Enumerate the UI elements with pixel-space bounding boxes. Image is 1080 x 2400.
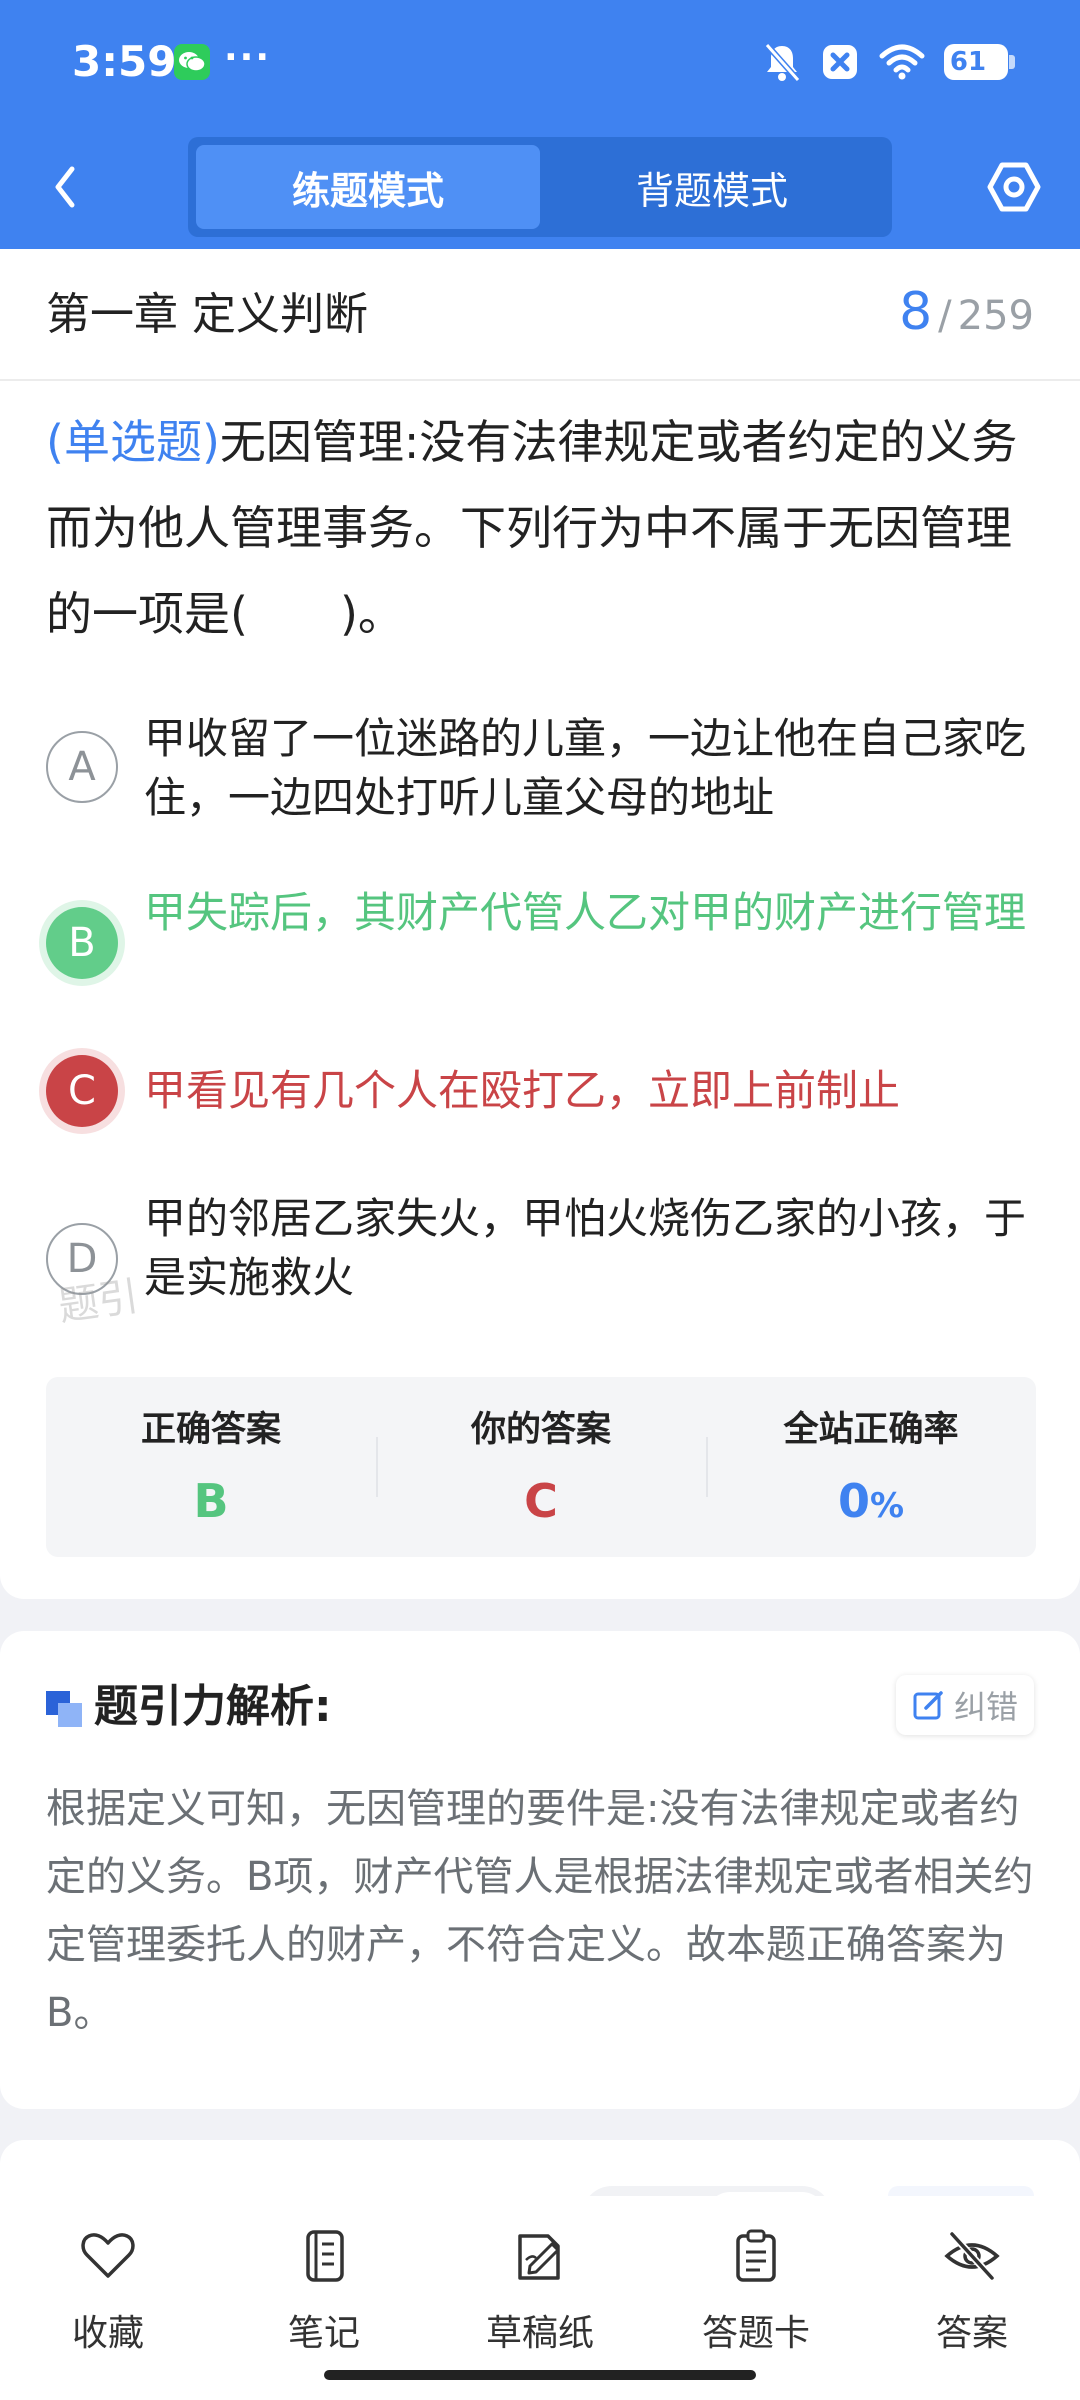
home-indicator[interactable]	[324, 2370, 756, 2380]
stat-your-answer: 你的答案 C	[376, 1377, 706, 1557]
progress-separator: /	[938, 293, 952, 339]
draft-pen-icon	[518, 2234, 560, 2280]
settings-icon[interactable]	[984, 157, 1044, 217]
back-arrow-icon[interactable]	[38, 155, 94, 219]
toolbar-answer-label: 答案	[935, 2313, 1008, 2354]
heart-icon	[81, 2233, 135, 2278]
chapter-bar: 第一章 定义判断 8/259	[0, 249, 1080, 381]
battery-level: 61	[949, 47, 987, 77]
toolbar-favorite[interactable]: 收藏	[0, 2196, 216, 2400]
toolbar-favorite-label: 收藏	[71, 2313, 144, 2354]
app-header: 3:59 ··· 61 练题模式 背题模式	[0, 0, 1080, 249]
option-b-text: 甲失踪后，其财产代管人乙对甲的财产进行管理	[144, 888, 1027, 937]
current-question-number: 8	[899, 282, 933, 342]
question-type: (单选题)	[46, 415, 220, 469]
option-d-text: 甲的邻居乙家失火，甲怕火烧伤乙家的小孩，于是实施救火	[144, 1194, 1027, 1302]
question-progress[interactable]: 8/259	[899, 279, 1034, 357]
edit-icon	[913, 1691, 943, 1720]
tab-practice-mode[interactable]: 练题模式	[196, 145, 540, 229]
wifi-icon	[879, 44, 925, 80]
toolbar-notes-label: 笔记	[287, 2313, 360, 2354]
accuracy-rate-unit: %	[869, 1486, 905, 1526]
bell-off-icon	[764, 43, 801, 82]
answer-stats: 正确答案 B 你的答案 C 全站正确率 0%	[46, 1377, 1036, 1557]
toolbar-draft-label: 草稿纸	[485, 2313, 594, 2354]
report-error-button[interactable]: 纠错	[896, 1675, 1034, 1735]
option-c-letter: C	[46, 1055, 118, 1127]
eye-off-icon	[944, 2231, 1000, 2281]
analysis-text: 根据定义可知，无因管理的要件是:没有法律规定或者约定的义务。B项，财产代管人是根…	[46, 1786, 1034, 2036]
your-answer-value: C	[524, 1474, 558, 1528]
accuracy-rate-number: 0	[837, 1474, 870, 1528]
notebook-icon	[306, 2230, 344, 2282]
correct-answer-value: B	[193, 1474, 229, 1528]
accuracy-rate-label: 全站正确率	[783, 1410, 959, 1450]
your-answer-label: 你的答案	[470, 1410, 611, 1450]
battery-icon: 61	[944, 44, 1015, 80]
status-bar: 3:59 ··· 61	[0, 0, 1080, 125]
analysis-squares-icon	[46, 1691, 82, 1727]
practice-page: 3:59 ··· 61 练题模式 背题模式 第一章 定义判断 8 / 259 (…	[0, 0, 1080, 2400]
question-stem: (单选题)无因管理:没有法律规定或者约定的义务而为他人管理事务。下列行为中不属于…	[46, 399, 1036, 657]
watermark: 题引	[55, 1273, 142, 1331]
stat-accuracy-rate: 全站正确率 0%	[706, 1377, 1036, 1557]
option-a-text: 甲收留了一位迷路的儿童，一边让他在自己家吃住，一边四处打听儿童父母的地址	[144, 714, 1027, 822]
status-icons: 61	[762, 38, 1015, 86]
question-card: 第一章 定义判断 8/259 (单选题)无因管理:没有法律规定或者约定的义务而为…	[0, 249, 1080, 1599]
toolbar-answer-sheet-label: 答题卡	[701, 2313, 810, 2354]
option-c-text: 甲看见有几个人在殴打乙，立即上前制止	[144, 1066, 901, 1115]
wechat-icon	[174, 44, 210, 80]
nav-bar: 练题模式 背题模式	[0, 125, 1080, 249]
chapter-title: 第一章 定义判断	[46, 289, 368, 340]
accuracy-rate-value: 0%	[706, 1471, 1036, 1536]
status-time: 3:59	[72, 37, 177, 86]
analysis-title: 题引力解析:	[94, 1681, 332, 1732]
clipboard-icon	[736, 2229, 776, 2282]
stat-correct-answer: 正确答案 B	[46, 1377, 376, 1557]
more-notifications-icon: ···	[224, 37, 272, 78]
analysis-card: 题引力解析: 纠错 根据定义可知，无因管理的要件是:没有法律规定或者约定的义务。…	[0, 1631, 1080, 2109]
mode-switch: 练题模式 背题模式	[188, 137, 892, 237]
total-questions: 259	[957, 293, 1034, 339]
toolbar-answer[interactable]: 答案	[864, 2196, 1080, 2400]
option-b-letter: B	[46, 907, 118, 979]
option-a-letter: A	[46, 731, 118, 803]
close-box-icon	[823, 45, 857, 79]
tab-memorize-mode[interactable]: 背题模式	[540, 145, 884, 229]
report-error-label: 纠错	[953, 1688, 1018, 1726]
correct-answer-label: 正确答案	[140, 1410, 281, 1450]
